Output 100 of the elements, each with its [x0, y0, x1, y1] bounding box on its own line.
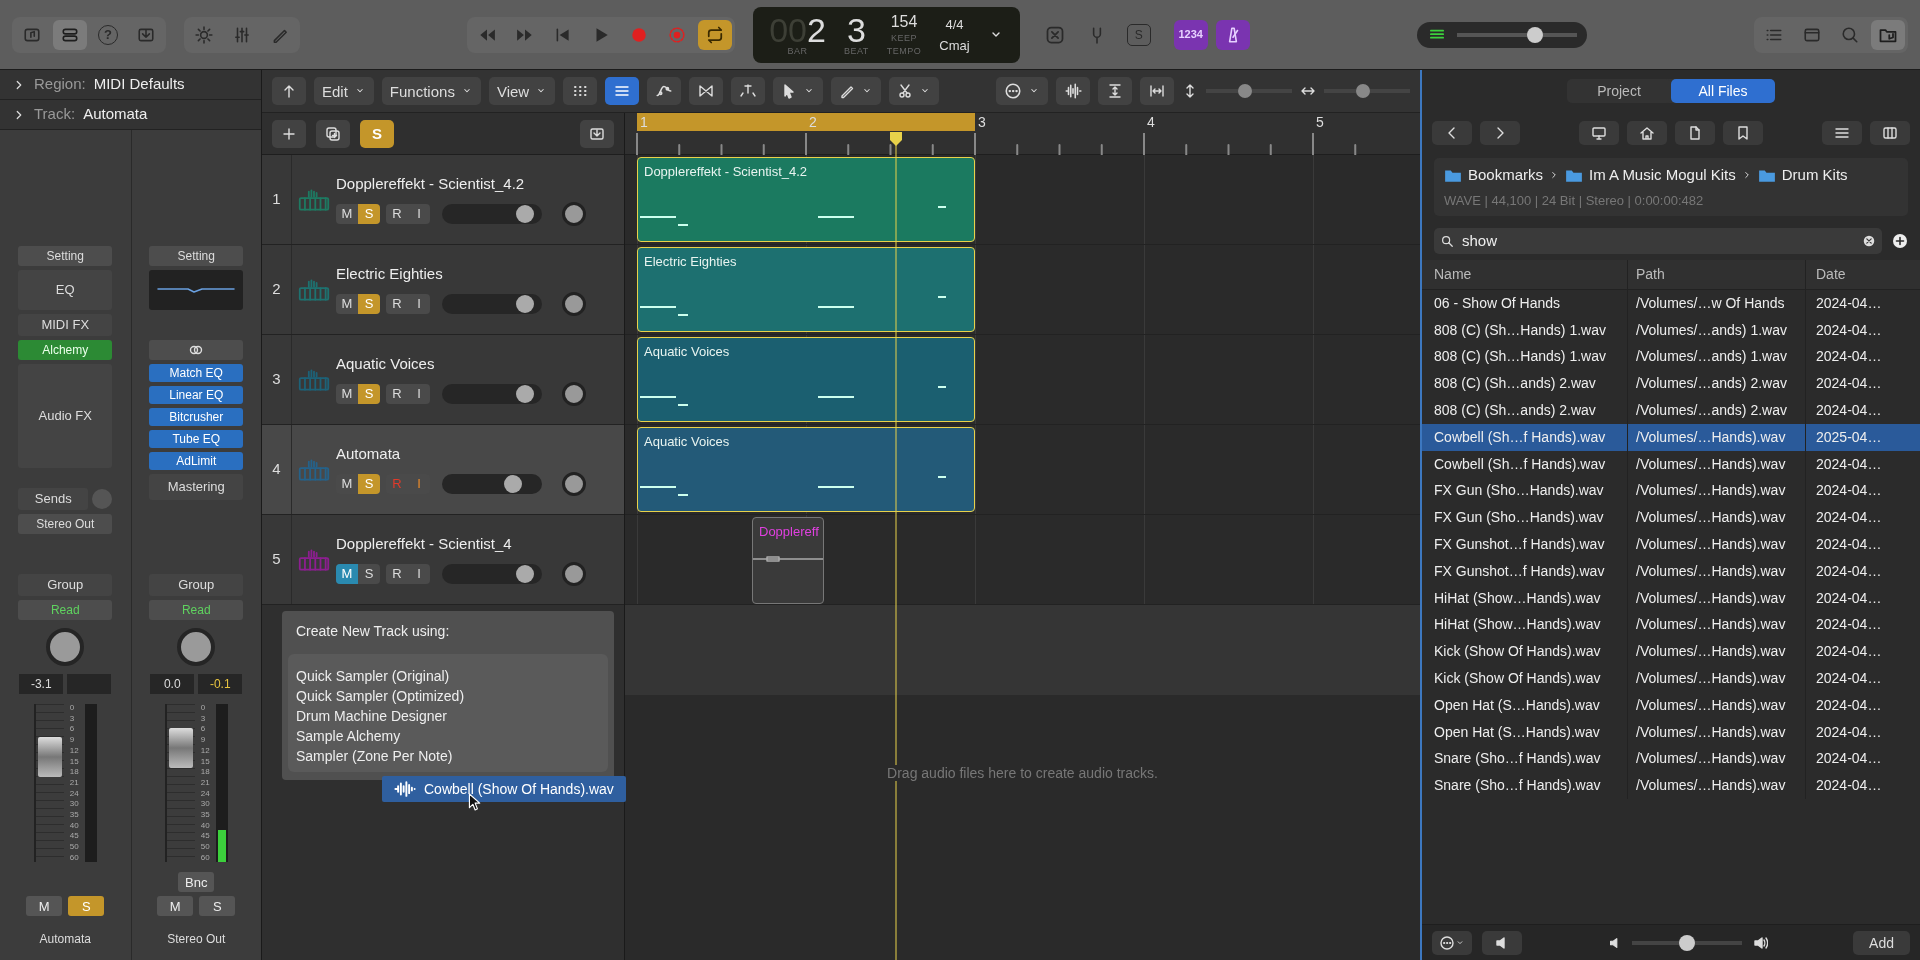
collapse-button[interactable]: [580, 119, 614, 148]
file-row[interactable]: Snare (Sho…f Hands).wav /Volumes/…Hands).wav 2024-04…: [1422, 745, 1920, 773]
file-row[interactable]: 808 (C) (Sh…Hands) 1.wav /Volumes/…ands) 1.wav 2024-04…: [1422, 316, 1920, 344]
eq-curve-thumbnail[interactable]: [149, 270, 244, 310]
pan-knob[interactable]: [562, 381, 586, 406]
input-monitor-button[interactable]: I: [408, 383, 430, 404]
file-row[interactable]: FX Gun (Sho…Hands).wav /Volumes/…Hands).wav 2024-04…: [1422, 504, 1920, 532]
catch-button[interactable]: [731, 77, 766, 105]
mute-button[interactable]: M: [336, 563, 358, 584]
file-row[interactable]: HiHat (Show…Hands).wav /Volumes/…Hands).wav 2024-04…: [1422, 584, 1920, 612]
file-row[interactable]: Open Hat (S…Hands).wav /Volumes/…Hands).wav 2024-04…: [1422, 691, 1920, 719]
menu-item[interactable]: Sample Alchemy: [296, 726, 401, 746]
slider-thumb[interactable]: [515, 384, 534, 403]
mute-button[interactable]: M: [336, 293, 358, 314]
file-row[interactable]: 808 (C) (Sh…ands) 2.wav /Volumes/…ands) 2.wav 2024-04…: [1422, 370, 1920, 398]
solo-button[interactable]: S: [358, 563, 380, 584]
record-enable-button[interactable]: R: [386, 383, 408, 404]
automation-button[interactable]: [647, 77, 682, 105]
output-button[interactable]: Stereo Out: [18, 514, 113, 534]
automation-mode-button[interactable]: Read: [149, 600, 244, 620]
pan-knob[interactable]: [562, 471, 586, 496]
add-button[interactable]: [1892, 233, 1908, 249]
count-in-button[interactable]: 1234: [1173, 19, 1208, 50]
mute-button[interactable]: M: [157, 896, 194, 916]
track-header[interactable]: 5 Dopplereffekt - Scientist_4 M S R I: [262, 515, 624, 605]
file-row[interactable]: HiHat (Show…Hands).wav /Volumes/…Hands).wav 2024-04…: [1422, 611, 1920, 639]
file-row[interactable]: Cowbell (Sh…f Hands).wav /Volumes/…Hands).wav 2024-04…: [1422, 450, 1920, 478]
plugin-slot[interactable]: Linear EQ: [149, 386, 244, 404]
audio-fx-slot[interactable]: Mastering: [149, 474, 244, 500]
file-row[interactable]: 06 - Show Of Hands /Volumes/…w Of Hands 2024-04…: [1422, 290, 1920, 317]
menu-button[interactable]: View: [488, 77, 556, 105]
track-header[interactable]: 2 Electric Eighties M S R I: [262, 245, 624, 335]
waveform-button[interactable]: [1056, 77, 1090, 105]
volume-slider-thumb[interactable]: [1526, 26, 1543, 43]
file-row[interactable]: 808 (C) (Sh…Hands) 1.wav /Volumes/…ands) 1.wav 2024-04…: [1422, 343, 1920, 371]
column-header[interactable]: Date: [1805, 260, 1920, 289]
flex-button[interactable]: [689, 77, 724, 105]
track-header[interactable]: 4 Automata M S R I: [262, 425, 624, 515]
computer-button[interactable]: [1579, 121, 1619, 145]
dragged-file[interactable]: Cowbell (Show Of Hands).wav: [382, 776, 626, 802]
path-crumb[interactable]: Bookmarks: [1468, 164, 1544, 187]
midi-fx-slot[interactable]: MIDI FX: [18, 314, 113, 336]
midi-region[interactable]: Aquatic Voices: [637, 337, 975, 422]
plugin-slot[interactable]: Tube EQ: [149, 430, 244, 448]
midi-region[interactable]: Aquatic Voices: [637, 427, 975, 512]
preview-button[interactable]: [1482, 930, 1522, 955]
record-enable-button[interactable]: R: [386, 563, 408, 584]
menu-item[interactable]: Drum Machine Designer: [296, 706, 447, 726]
volume-slider[interactable]: [442, 293, 542, 314]
file-row[interactable]: FX Gun (Sho…Hands).wav /Volumes/…Hands).wav 2024-04…: [1422, 477, 1920, 505]
setting-button[interactable]: Setting: [149, 246, 244, 266]
add-file-button[interactable]: Add: [1853, 930, 1910, 955]
volume-slider[interactable]: [442, 383, 542, 404]
slider-thumb[interactable]: [1356, 84, 1371, 98]
track-header[interactable]: 3 Aquatic Voices M S R I: [262, 335, 624, 425]
slider-thumb[interactable]: [503, 474, 522, 493]
duplicate-track-button[interactable]: [316, 119, 350, 148]
documents-button[interactable]: [1675, 121, 1715, 145]
plugin-slot[interactable]: Bitcrusher: [149, 408, 244, 426]
file-row[interactable]: Snare (Sho…f Hands).wav /Volumes/…Hands).wav 2024-04…: [1422, 772, 1920, 800]
plugin-slot[interactable]: AdLimit: [149, 452, 244, 470]
vertical-fit-button[interactable]: [1098, 77, 1132, 105]
file-row[interactable]: FX Gunshot…f Hands).wav /Volumes/…Hands).wav 2024-04…: [1422, 557, 1920, 585]
group-slot[interactable]: Group: [149, 574, 244, 596]
horizontal-fit-button[interactable]: [1140, 77, 1174, 105]
menu-button[interactable]: Functions: [381, 77, 481, 105]
volume-slider[interactable]: [442, 473, 542, 494]
track-header[interactable]: Track: Automata: [0, 100, 261, 130]
pan-knob[interactable]: [46, 628, 85, 666]
metronome-button[interactable]: [1215, 19, 1250, 50]
mute-button[interactable]: M: [336, 473, 358, 494]
audio-fx-slot[interactable]: Audio FX: [18, 364, 113, 468]
grid-view-button[interactable]: [563, 77, 598, 105]
setting-button[interactable]: Setting: [18, 246, 113, 266]
path-crumb[interactable]: Im A Music Mogul Kits: [1589, 164, 1736, 187]
input-monitor-button[interactable]: I: [408, 203, 430, 224]
menu-item[interactable]: Sampler (Zone Per Note): [296, 746, 453, 766]
more-menu-button[interactable]: [996, 77, 1048, 105]
eq-slot[interactable]: EQ: [18, 270, 113, 310]
group-slot[interactable]: Group: [18, 574, 113, 596]
slider-thumb[interactable]: [515, 294, 534, 313]
mute-button[interactable]: M: [336, 203, 358, 224]
plugin-slot[interactable]: Match EQ: [149, 364, 244, 382]
input-monitor-button[interactable]: I: [408, 473, 430, 494]
browser-button[interactable]: [1871, 19, 1905, 50]
pencil-tool-button[interactable]: [831, 77, 882, 105]
list-view-button[interactable]: [605, 77, 640, 105]
add-track-button[interactable]: [272, 119, 306, 148]
file-row[interactable]: Open Hat (S…Hands).wav /Volumes/…Hands).wav 2024-04…: [1422, 718, 1920, 746]
scissors-tool-button[interactable]: [889, 77, 940, 105]
action-menu-button[interactable]: [1432, 930, 1472, 955]
back-button[interactable]: [1432, 121, 1472, 145]
record-enable-button[interactable]: R: [386, 203, 408, 224]
instrument-slot[interactable]: Alchemy: [18, 340, 113, 360]
bookmarks-button[interactable]: [1723, 121, 1763, 145]
path-crumb[interactable]: Drum Kits: [1781, 164, 1848, 187]
solo-button[interactable]: S: [199, 896, 236, 916]
home-button[interactable]: [1627, 121, 1667, 145]
pan-knob[interactable]: [177, 628, 216, 666]
slider-thumb[interactable]: [1678, 934, 1695, 951]
